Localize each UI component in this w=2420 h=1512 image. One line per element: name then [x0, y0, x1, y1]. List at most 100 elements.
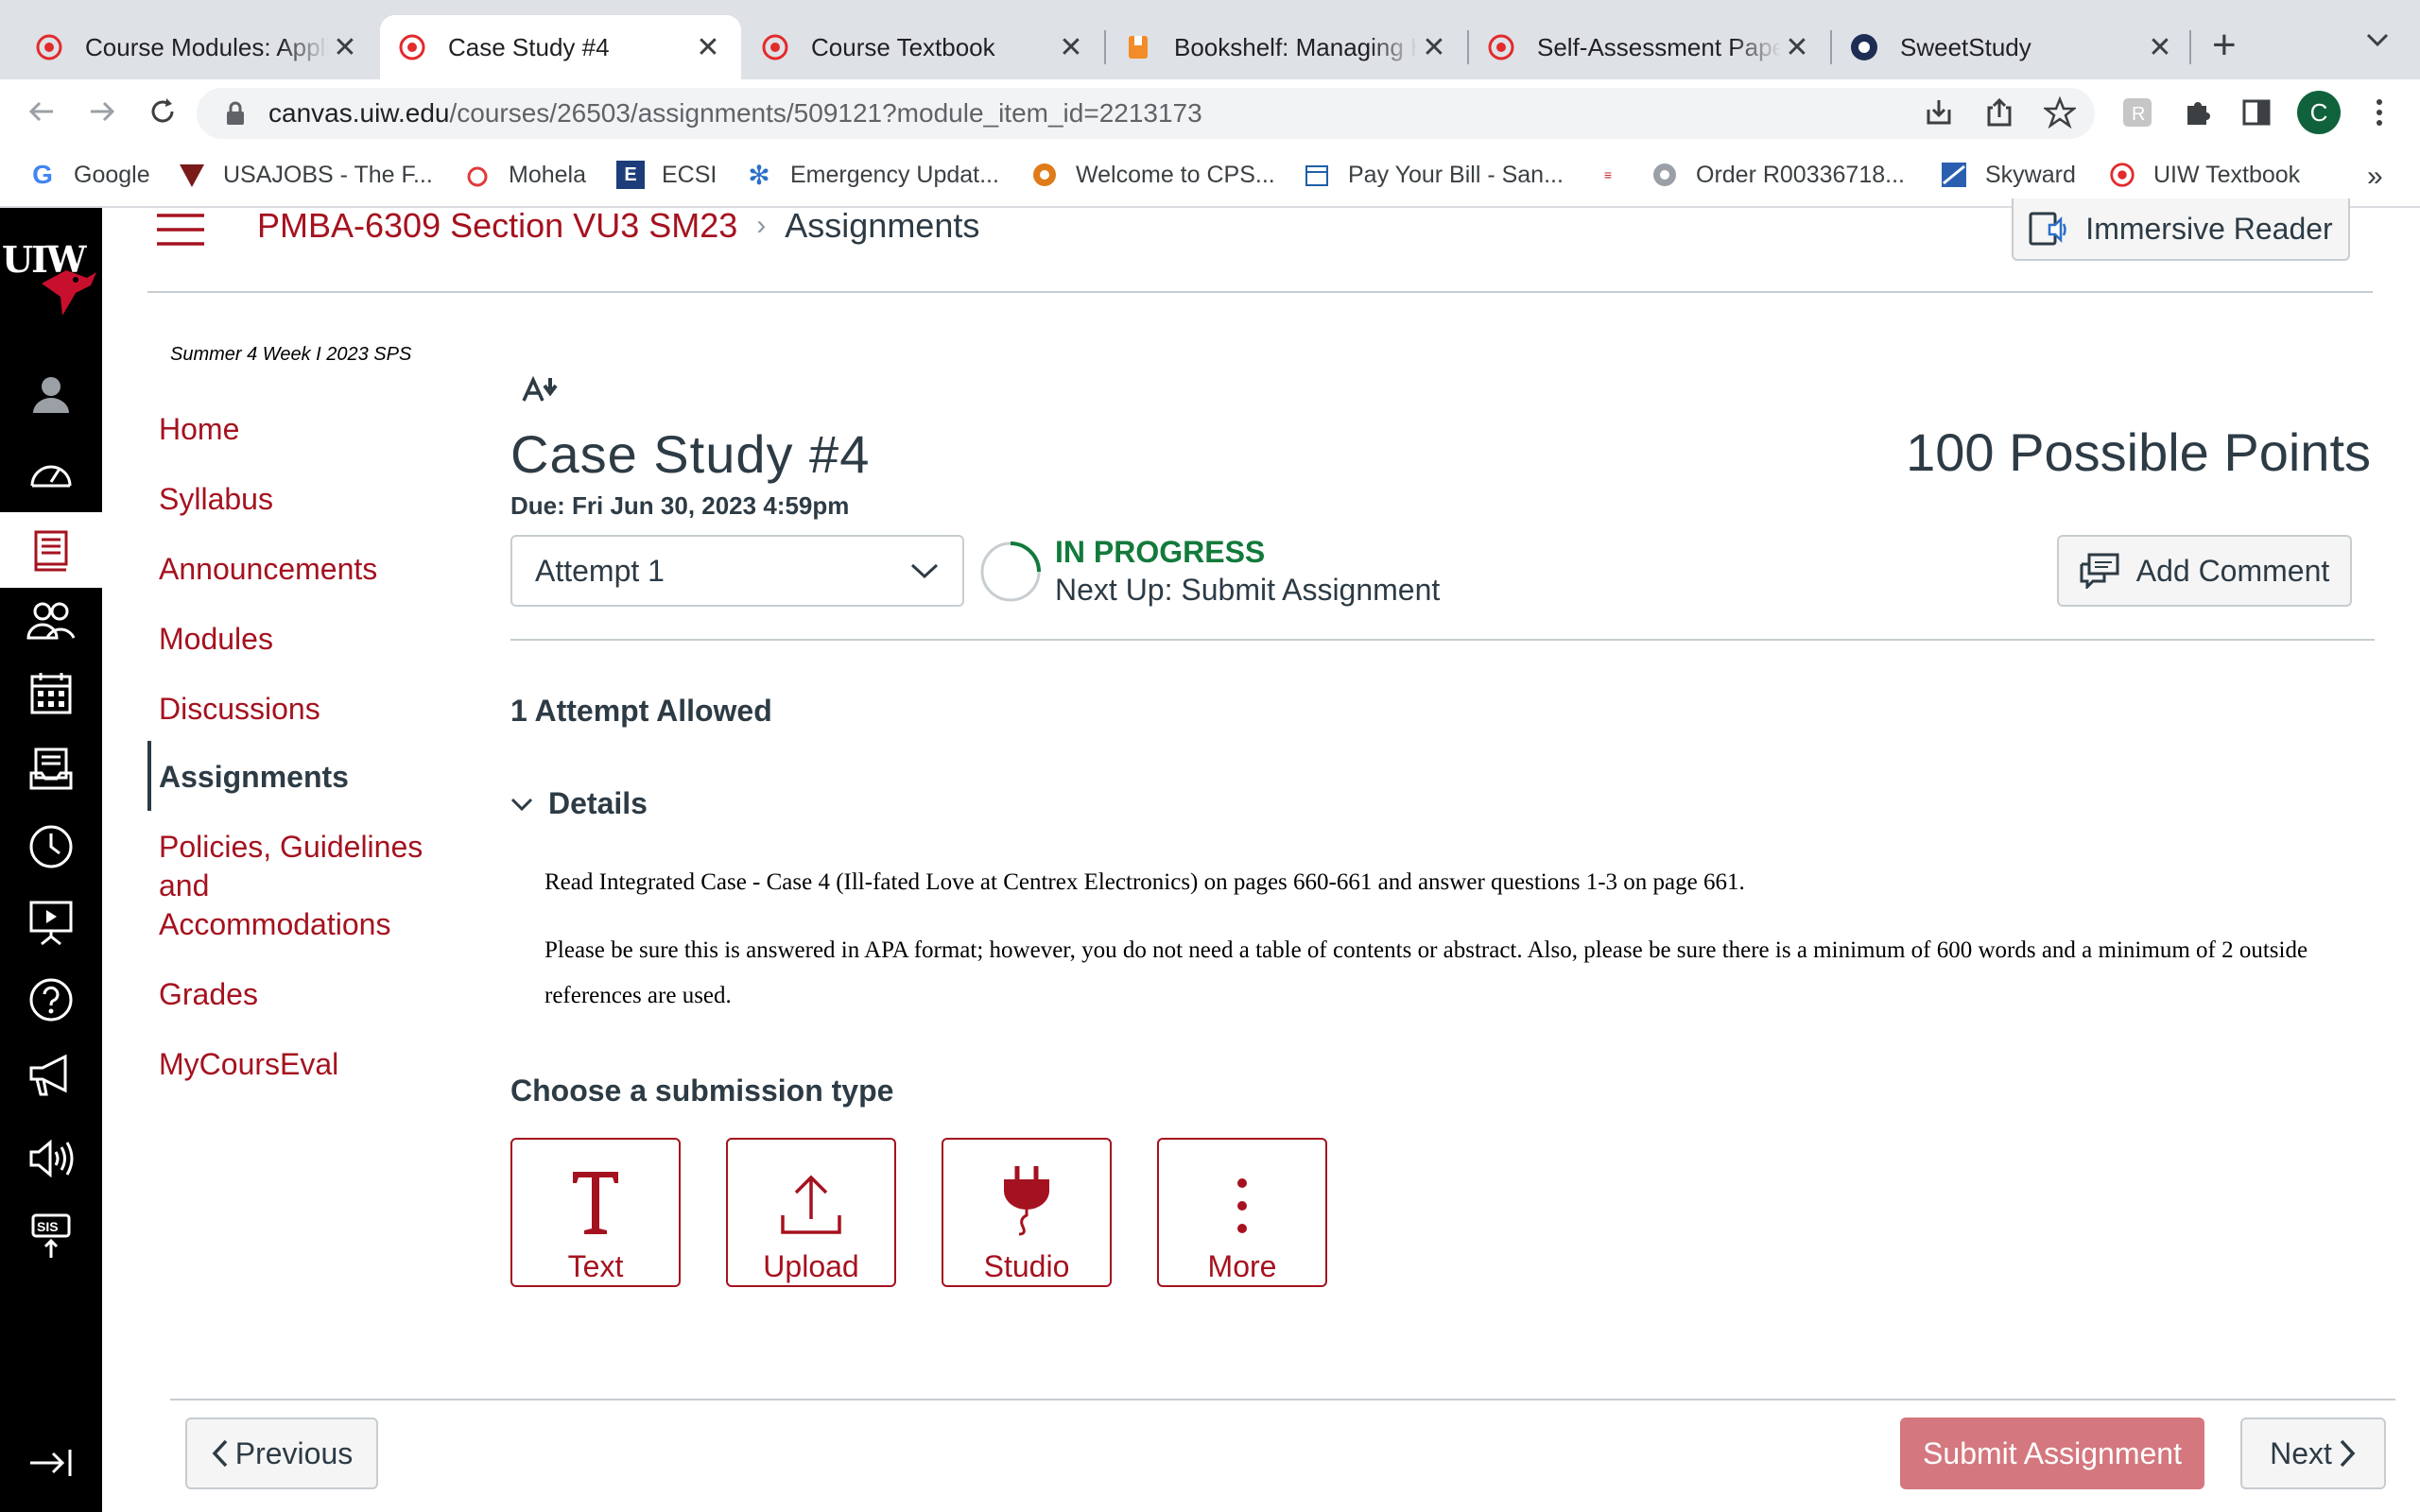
close-tab-icon[interactable]: ✕ [2144, 31, 2176, 63]
emergency-icon: ✻ [748, 160, 770, 190]
calendar-nav[interactable] [0, 660, 102, 728]
announcements-nav[interactable] [0, 1041, 102, 1109]
bookmark-star-icon[interactable] [2044, 96, 2076, 129]
bookmark-uiw-textbook[interactable]: UIW Textbook [2108, 161, 2300, 189]
details-toggle[interactable]: Details [510, 786, 648, 821]
close-tab-icon[interactable]: ✕ [1781, 31, 1813, 63]
bookmark-order[interactable]: Order R00336718... [1651, 161, 1905, 189]
sis-nav[interactable]: SIS [0, 1202, 102, 1270]
extension-r-icon[interactable]: R [2121, 96, 2153, 129]
back-arrow-icon[interactable] [25, 94, 59, 129]
bookmark-cisco[interactable]: ≡ [1594, 161, 1639, 189]
close-tab-icon[interactable]: ✕ [329, 31, 361, 63]
course-nav-home[interactable]: Home [159, 410, 442, 449]
new-tab-icon[interactable]: + [2212, 25, 2237, 66]
chevron-right-icon [2340, 1439, 2356, 1468]
course-nav-assignments[interactable]: Assignments [159, 758, 442, 797]
studio-nav[interactable] [0, 888, 102, 956]
tab-course-textbook[interactable]: Course Textbook ✕ [743, 15, 1104, 79]
forward-arrow-icon[interactable] [85, 94, 119, 129]
courses-nav[interactable] [0, 512, 102, 588]
previous-button[interactable]: Previous [185, 1418, 378, 1489]
groups-icon [26, 602, 76, 640]
submit-upload-button[interactable]: Upload [726, 1138, 896, 1287]
add-comment-button[interactable]: Add Comment [2057, 535, 2352, 607]
submit-more-button[interactable]: More [1157, 1138, 1327, 1287]
tab-title: Self-Assessment Paper [1537, 32, 1781, 61]
breadcrumb-current[interactable]: Assignments [785, 206, 979, 246]
tab-title: Case Study #4 [448, 32, 610, 61]
close-tab-icon[interactable]: ✕ [1055, 31, 1087, 63]
bookshelf-icon [1129, 36, 1148, 59]
submit-studio-button[interactable]: Studio [942, 1138, 1112, 1287]
bookmark-usajobs[interactable]: USAJOBS - The F... [178, 161, 433, 189]
details-label: Details [548, 786, 648, 820]
course-nav-modules[interactable]: Modules [159, 620, 442, 659]
tab-self-assessment[interactable]: Self-Assessment Paper ✕ [1469, 15, 1830, 79]
inbox-nav[interactable] [0, 735, 102, 803]
account-nav[interactable] [0, 359, 102, 427]
attempts-allowed: 1 Attempt Allowed [510, 694, 772, 728]
close-tab-icon[interactable]: ✕ [1418, 31, 1450, 63]
bookmark-ecsi[interactable]: E ECSI [616, 161, 717, 189]
course-nav-announcements[interactable]: Announcements [159, 550, 442, 589]
bookmark-pay-bill[interactable]: Pay Your Bill - San... [1303, 161, 1564, 189]
lock-icon[interactable] [225, 100, 246, 127]
description-paragraph: Please be sure this is answered in APA f… [544, 937, 2308, 1008]
bookmark-emergency[interactable]: ✻ Emergency Updat... [745, 160, 999, 190]
uiw-logo[interactable]: UIW [0, 238, 102, 318]
tab-search-chevron-icon[interactable] [2363, 28, 2392, 51]
reload-icon[interactable] [146, 94, 180, 129]
bookmark-cps[interactable]: Welcome to CPS... [1030, 161, 1275, 189]
course-nav-grades[interactable]: Grades [159, 975, 442, 1014]
bookmark-google[interactable]: G Google [28, 160, 150, 189]
tab-bookshelf[interactable]: Bookshelf: Managing Human ✕ [1106, 15, 1467, 79]
help-nav[interactable] [0, 966, 102, 1034]
readspeaker-icon [29, 1139, 74, 1178]
canvas-logo-icon [399, 34, 425, 60]
profile-avatar[interactable]: C [2297, 91, 2341, 134]
course-nav-syllabus[interactable]: Syllabus [159, 480, 442, 519]
attempt-select[interactable]: Attempt 1 [510, 535, 964, 607]
dashboard-nav[interactable] [0, 438, 102, 507]
text-size-icon[interactable] [522, 374, 563, 403]
readspeaker-nav[interactable] [0, 1125, 102, 1193]
submit-text-button[interactable]: Text [510, 1138, 681, 1287]
close-tab-icon[interactable]: ✕ [692, 31, 724, 63]
course-nav-mycourseval[interactable]: MyCoursEval [159, 1045, 442, 1084]
pay-bill-icon [1303, 161, 1331, 189]
more-vertical-icon [1237, 1178, 1247, 1233]
bookmarks-overflow-icon[interactable]: » [2367, 161, 2383, 193]
url-text[interactable]: canvas.uiw.edu/courses/26503/assignments… [268, 98, 1202, 129]
extensions-puzzle-icon[interactable] [2182, 96, 2214, 129]
account-icon [33, 377, 69, 413]
canvas-logo-icon [1488, 34, 1514, 60]
share-icon[interactable] [1983, 96, 2015, 129]
course-nav-policies[interactable]: Policies, Guidelines and Accommodations [159, 828, 433, 944]
collapse-nav[interactable] [0, 1429, 102, 1497]
tab-sweetstudy[interactable]: SweetStudy ✕ [1832, 15, 2193, 79]
browser-menu-icon[interactable] [2365, 96, 2394, 129]
order-icon [1651, 161, 1679, 189]
course-menu-hamburger-icon[interactable] [157, 214, 204, 246]
history-nav[interactable] [0, 813, 102, 881]
immersive-reader-button[interactable]: Immersive Reader [2012, 198, 2350, 261]
install-app-icon[interactable] [1923, 96, 1955, 129]
canvas-logo-icon [762, 34, 788, 60]
bookmark-skyward[interactable]: Skyward [1940, 161, 2076, 189]
studio-plug-icon [1004, 1166, 1049, 1236]
groups-nav[interactable] [0, 586, 102, 654]
tab-course-modules[interactable]: Course Modules: Applied Business ✕ [17, 15, 378, 79]
course-nav-discussions[interactable]: Discussions [159, 690, 442, 729]
tab-case-study[interactable]: Case Study #4 ✕ [380, 15, 741, 79]
side-panel-icon[interactable] [2240, 96, 2273, 129]
google-icon: G [32, 160, 53, 189]
breadcrumb-course-link[interactable]: PMBA-6309 Section VU3 SM23 [257, 206, 737, 246]
collapse-nav-icon [30, 1450, 72, 1476]
bookmark-mohela[interactable]: Mohela [463, 161, 586, 189]
submit-assignment-button[interactable]: Submit Assignment [1900, 1418, 2204, 1489]
next-button[interactable]: Next [2240, 1418, 2386, 1489]
content-divider [510, 639, 2375, 641]
tab-title: Course Textbook [811, 32, 995, 61]
chevron-down-icon [910, 563, 939, 579]
